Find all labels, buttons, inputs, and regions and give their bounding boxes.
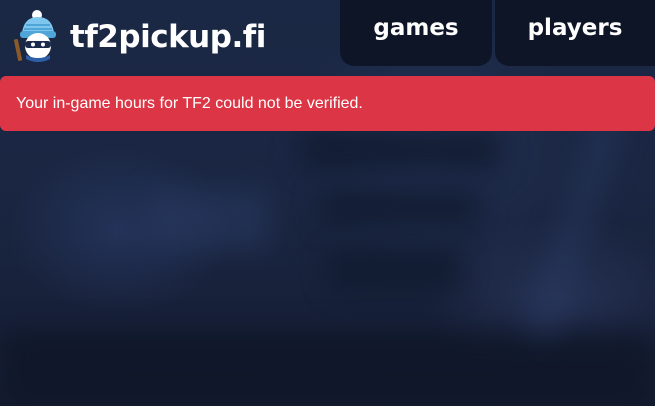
site-name: tf2pickup.fi [70,19,266,55]
nav-tab-label: players [527,15,623,41]
bg-blur-shape [150,190,270,250]
beanie-mascot-icon [14,10,56,62]
nav-tab-label: games [373,15,459,41]
site-logo-link[interactable]: tf2pickup.fi [14,8,266,64]
error-alert: Your in-game hours for TF2 could not be … [0,76,655,131]
bg-blur-shape [300,130,500,170]
bg-blur-shape [320,190,480,225]
bg-blur-shape [525,110,625,340]
nav-tab-games[interactable]: games [340,0,492,66]
bg-blur-shape [330,250,460,290]
nav-tab-players[interactable]: players [495,0,655,66]
alert-message: Your in-game hours for TF2 could not be … [16,94,363,112]
page: tf2pickup.fi games players Your in-game … [0,0,655,406]
site-header: tf2pickup.fi games players [0,0,655,68]
bg-blur-shape [0,330,655,406]
